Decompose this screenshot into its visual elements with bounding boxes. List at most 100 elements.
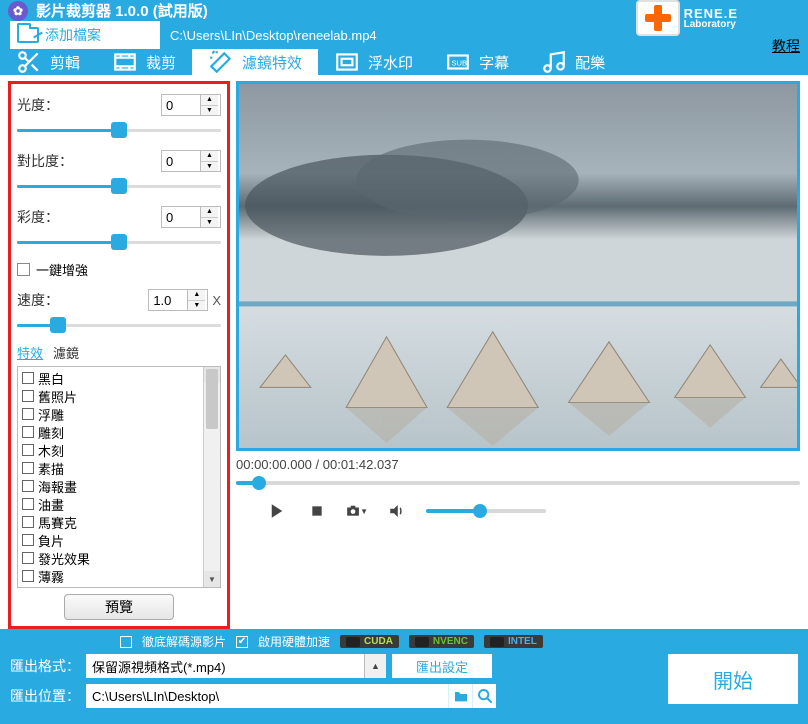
- speed-slider[interactable]: [17, 317, 221, 333]
- add-file-button[interactable]: 添加檔案: [10, 21, 160, 49]
- contrast-label: 對比度：: [17, 151, 77, 171]
- brightness-up[interactable]: ▲: [201, 95, 218, 106]
- effect-item[interactable]: 海報畫: [22, 477, 199, 495]
- brand-name: RENE.E: [684, 7, 738, 20]
- effect-checkbox[interactable]: [22, 480, 34, 492]
- effect-item[interactable]: 油畫: [22, 495, 199, 513]
- start-button[interactable]: 開始: [668, 654, 798, 704]
- saturation-up[interactable]: ▲: [201, 207, 218, 218]
- effect-item[interactable]: 浮雕: [22, 405, 199, 423]
- effect-checkbox[interactable]: [22, 570, 34, 582]
- brightness-input[interactable]: [162, 98, 200, 113]
- effect-label: 發光效果: [38, 549, 90, 568]
- effect-item[interactable]: 木刻: [22, 441, 199, 459]
- export-path-label: 匯出位置：: [10, 686, 80, 706]
- tab-edit[interactable]: 剪輯: [0, 49, 96, 75]
- effect-label: 黑白: [38, 369, 64, 388]
- speed-x-suffix: X: [212, 293, 221, 308]
- scroll-down[interactable]: ▼: [204, 571, 220, 587]
- export-settings-button[interactable]: 匯出設定: [392, 654, 492, 678]
- tab-watermark[interactable]: 浮水印: [318, 49, 429, 75]
- effect-checkbox[interactable]: [22, 408, 34, 420]
- seek-slider[interactable]: [236, 476, 800, 490]
- speed-up[interactable]: ▲: [188, 290, 205, 301]
- effect-item[interactable]: 薄霧: [22, 567, 199, 585]
- effect-item[interactable]: 負片: [22, 531, 199, 549]
- tutorial-link[interactable]: 教程: [772, 36, 800, 56]
- effects-scrollbar[interactable]: ▲ ▼: [203, 367, 220, 587]
- stop-button[interactable]: [306, 500, 328, 522]
- export-path-input[interactable]: [86, 689, 448, 704]
- contrast-input[interactable]: [162, 154, 200, 169]
- brightness-slider[interactable]: [17, 122, 221, 138]
- speed-input[interactable]: [149, 293, 187, 308]
- scroll-thumb[interactable]: [206, 369, 218, 429]
- subtab-effects[interactable]: 特效: [17, 343, 43, 362]
- export-format-combo[interactable]: ▲: [86, 654, 386, 678]
- tab-filter[interactable]: 濾鏡特效: [192, 49, 318, 75]
- one-click-enhance[interactable]: 一鍵增強: [17, 260, 221, 279]
- effect-checkbox[interactable]: [22, 444, 34, 456]
- open-folder-icon[interactable]: [472, 684, 496, 708]
- effect-item[interactable]: 馬賽克: [22, 513, 199, 531]
- contrast-spinner[interactable]: ▲▼: [161, 150, 221, 172]
- effect-item[interactable]: 黑白: [22, 369, 199, 387]
- thorough-decode-checkbox[interactable]: [120, 636, 132, 648]
- effect-checkbox[interactable]: [22, 552, 34, 564]
- magic-wand-icon: [208, 49, 234, 75]
- volume-icon[interactable]: [386, 500, 408, 522]
- one-click-checkbox[interactable]: [17, 263, 30, 276]
- browse-folder-icon[interactable]: [448, 684, 472, 708]
- effect-checkbox[interactable]: [22, 516, 34, 528]
- tab-music[interactable]: 配樂: [525, 49, 621, 75]
- contrast-up[interactable]: ▲: [201, 151, 218, 162]
- brand-logo: RENE.E Laboratory: [636, 0, 738, 36]
- effect-item[interactable]: 素描: [22, 459, 199, 477]
- effect-label: 素描: [38, 459, 64, 478]
- contrast-slider[interactable]: [17, 178, 221, 194]
- saturation-down[interactable]: ▼: [201, 218, 218, 228]
- tab-filter-label: 濾鏡特效: [242, 52, 302, 73]
- speed-down[interactable]: ▼: [188, 301, 205, 311]
- effect-checkbox[interactable]: [22, 462, 34, 474]
- effect-checkbox[interactable]: [22, 498, 34, 510]
- contrast-down[interactable]: ▼: [201, 162, 218, 172]
- saturation-spinner[interactable]: ▲▼: [161, 206, 221, 228]
- app-icon: ✿: [8, 1, 28, 21]
- tab-crop[interactable]: 裁剪: [96, 49, 192, 75]
- brand-sub: Laboratory: [684, 20, 738, 30]
- brightness-down[interactable]: ▼: [201, 106, 218, 116]
- effect-label: 油畫: [38, 495, 64, 514]
- export-format-label: 匯出格式：: [10, 656, 80, 676]
- video-preview: [236, 81, 800, 451]
- tab-crop-label: 裁剪: [146, 52, 176, 73]
- effect-item[interactable]: 發光效果: [22, 549, 199, 567]
- chevron-down-icon[interactable]: ▲: [364, 654, 386, 678]
- effect-item[interactable]: 舊照片: [22, 387, 199, 405]
- brightness-spinner[interactable]: ▲▼: [161, 94, 221, 116]
- speed-spinner[interactable]: ▲▼: [148, 289, 208, 311]
- effect-checkbox[interactable]: [22, 534, 34, 546]
- filter-panel: 光度： ▲▼ 對比度： ▲▼ 彩度：: [8, 81, 230, 629]
- effect-checkbox[interactable]: [22, 426, 34, 438]
- subtab-filters[interactable]: 濾鏡: [53, 343, 79, 362]
- effect-checkbox[interactable]: [22, 372, 34, 384]
- effect-checkbox[interactable]: [22, 390, 34, 402]
- saturation-input[interactable]: [162, 210, 200, 225]
- effect-label: 負片: [38, 531, 64, 550]
- current-file-path: C:\Users\LIn\Desktop\reneelab.mp4: [170, 28, 377, 43]
- effect-label: 馬賽克: [38, 513, 77, 532]
- export-format-input[interactable]: [86, 654, 364, 678]
- saturation-slider[interactable]: [17, 234, 221, 250]
- time-display: 00:00:00.000 / 00:01:42.037: [236, 457, 800, 472]
- hw-accel-checkbox[interactable]: ✔: [236, 636, 248, 648]
- preview-button[interactable]: 預覽: [64, 594, 174, 620]
- volume-slider[interactable]: [426, 504, 546, 518]
- tab-subtitle[interactable]: SUB 字幕: [429, 49, 525, 75]
- thorough-decode-label: 徹底解碼源影片: [142, 633, 226, 650]
- snapshot-button[interactable]: ▼: [346, 500, 368, 522]
- effect-label: 浮雕: [38, 405, 64, 424]
- effect-label: 薄霧: [38, 567, 64, 586]
- play-button[interactable]: [266, 500, 288, 522]
- effect-item[interactable]: 雕刻: [22, 423, 199, 441]
